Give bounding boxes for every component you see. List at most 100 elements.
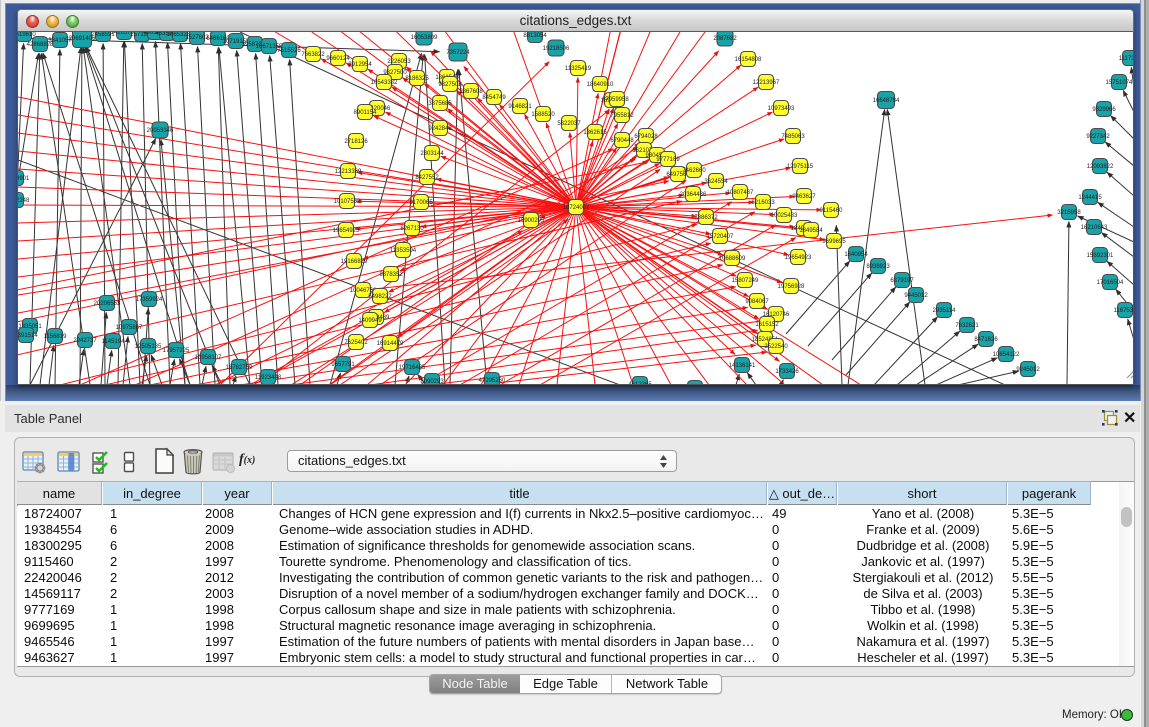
svg-text:4612365: 4612365	[628, 382, 652, 385]
svg-text:3875685: 3875685	[428, 101, 452, 107]
svg-text:9170065: 9170065	[409, 200, 433, 206]
svg-text:1167533: 1167533	[1114, 308, 1134, 314]
svg-text:9245012: 9245012	[1016, 367, 1040, 373]
svg-text:9227342: 9227342	[1086, 134, 1110, 140]
svg-text:9660124: 9660124	[326, 56, 350, 62]
svg-text:7462660: 7462660	[682, 168, 706, 174]
svg-text:17957225: 17957225	[163, 348, 190, 354]
svg-text:10107552: 10107552	[334, 199, 361, 205]
svg-text:1244415: 1244415	[1078, 195, 1102, 201]
svg-text:1391514: 1391514	[18, 333, 38, 339]
svg-text:12975115: 12975115	[787, 164, 814, 170]
svg-text:12213967: 12213967	[753, 80, 780, 86]
svg-text:5822037: 5822037	[557, 121, 581, 127]
svg-text:8267130: 8267130	[400, 226, 424, 232]
svg-text:10543382: 10543382	[371, 80, 398, 86]
svg-text:9242848: 9242848	[428, 126, 452, 132]
svg-text:8912954: 8912954	[348, 62, 372, 68]
svg-text:2803144: 2803144	[420, 151, 444, 157]
svg-text:9445012: 9445012	[904, 293, 928, 299]
svg-text:17359924: 17359924	[136, 297, 163, 303]
svg-text:9329966: 9329966	[1092, 107, 1116, 113]
svg-text:20364436: 20364436	[680, 192, 707, 198]
svg-text:11923448: 11923448	[255, 375, 282, 381]
svg-text:16154808: 16154808	[735, 57, 762, 63]
svg-text:8901154: 8901154	[354, 110, 378, 116]
svg-text:2867608: 2867608	[459, 89, 483, 95]
svg-text:12505135: 12505135	[135, 344, 162, 350]
svg-text:9146821: 9146821	[508, 104, 532, 110]
svg-text:1640954: 1640954	[844, 252, 868, 258]
svg-text:16053809: 16053809	[411, 35, 438, 41]
svg-text:7625402: 7625402	[344, 340, 368, 346]
svg-text:1145194: 1145194	[102, 339, 126, 345]
svg-text:6216033: 6216033	[751, 200, 775, 206]
svg-text:7386372: 7386372	[694, 215, 718, 221]
svg-text:1849584: 1849584	[799, 228, 823, 234]
svg-text:2522540: 2522540	[764, 344, 788, 350]
svg-text:1156819: 1156819	[44, 334, 68, 340]
svg-text:8427552: 8427552	[415, 175, 439, 181]
svg-text:6794028: 6794028	[634, 134, 658, 140]
svg-text:2942737: 2942737	[73, 338, 97, 344]
svg-text:7357224: 7357224	[446, 50, 470, 56]
svg-text:2935114: 2935114	[933, 308, 957, 314]
svg-text:10807487: 10807487	[727, 190, 754, 196]
svg-text:15751074: 15751074	[1106, 80, 1133, 86]
svg-text:8813054: 8813054	[523, 33, 547, 39]
svg-text:7632621: 7632621	[955, 323, 979, 329]
svg-text:8471626: 8471626	[974, 337, 998, 343]
svg-text:10872248: 10872248	[18, 198, 30, 204]
svg-text:20053346: 20053346	[147, 128, 174, 134]
svg-text:16782759: 16782759	[226, 365, 253, 371]
svg-text:7663822: 7663822	[301, 52, 325, 58]
svg-text:12213369: 12213369	[335, 169, 362, 175]
svg-text:7515526: 7515526	[277, 48, 301, 54]
svg-text:15692301: 15692301	[1087, 253, 1114, 259]
svg-text:19716485: 19716485	[399, 365, 426, 371]
svg-text:19218506: 19218506	[543, 46, 570, 52]
svg-text:8454749: 8454749	[482, 95, 506, 101]
svg-text:18724007: 18724007	[563, 205, 590, 211]
svg-text:8878352: 8878352	[379, 272, 403, 278]
svg-text:19756928: 19756928	[778, 284, 805, 290]
svg-text:2718126: 2718126	[344, 139, 368, 145]
svg-text:18640910: 18640910	[587, 82, 614, 88]
svg-text:19166829: 19166829	[341, 259, 368, 265]
svg-text:7955812: 7955812	[610, 113, 634, 119]
svg-text:9327508: 9327508	[438, 82, 462, 88]
svg-text:3624554: 3624554	[704, 179, 728, 185]
svg-text:9115460: 9115460	[820, 208, 844, 214]
svg-text:47295260: 47295260	[479, 378, 506, 384]
svg-text:8938923: 8938923	[866, 264, 890, 270]
svg-text:16210643: 16210643	[1081, 225, 1108, 231]
svg-text:5498222: 5498222	[368, 294, 392, 300]
svg-text:19654925: 19654925	[333, 228, 360, 234]
svg-text:10975867: 10975867	[116, 325, 143, 331]
svg-text:9777169: 9777169	[656, 157, 680, 163]
svg-text:12093822: 12093822	[1087, 164, 1114, 170]
svg-text:10973493: 10973493	[768, 106, 795, 112]
svg-text:19654923: 19654923	[785, 255, 812, 261]
svg-text:6790448: 6790448	[610, 138, 634, 144]
svg-text:11353594: 11353594	[390, 248, 417, 254]
svg-text:20206563: 20206563	[94, 301, 121, 307]
svg-text:9699695: 9699695	[822, 239, 846, 245]
svg-text:15807249: 15807249	[732, 278, 759, 284]
svg-text:1117323: 1117323	[1119, 56, 1134, 62]
svg-text:10025433: 10025433	[771, 213, 798, 219]
svg-text:2087682: 2087682	[713, 36, 737, 42]
svg-text:9084067: 9084067	[745, 299, 769, 305]
svg-text:1409949: 1409949	[358, 318, 382, 324]
svg-text:10688609: 10688609	[719, 256, 746, 262]
svg-text:10958107: 10958107	[195, 355, 222, 361]
svg-text:15900295: 15900295	[518, 218, 545, 224]
svg-text:89089901: 89089901	[18, 176, 30, 182]
svg-text:11325419: 11325419	[565, 66, 592, 72]
svg-text:1362615: 1362615	[583, 130, 607, 136]
svg-text:16914479: 16914479	[377, 341, 404, 347]
svg-text:3215958: 3215958	[1057, 210, 1081, 216]
svg-text:8090293: 8090293	[420, 379, 444, 385]
svg-text:16648784: 16648784	[873, 98, 900, 104]
svg-text:9463627: 9463627	[792, 194, 816, 200]
